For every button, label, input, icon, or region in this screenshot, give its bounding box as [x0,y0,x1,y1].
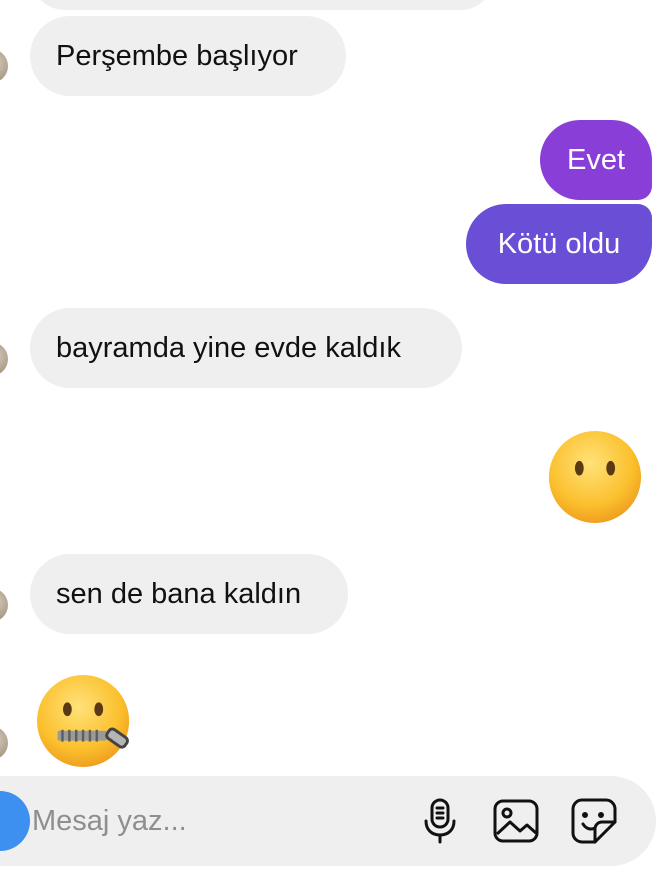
sticker-icon[interactable] [568,795,620,847]
message-text: Kötü oldu [497,227,621,260]
camera-icon[interactable] [0,791,30,851]
gallery-icon[interactable] [490,795,542,847]
contact-avatar[interactable] [0,342,8,376]
contact-avatar[interactable] [0,726,8,760]
message-input[interactable]: Mesaj yaz... [32,776,187,866]
outgoing-message-bubble[interactable]: Kötü oldu [466,204,652,284]
face-without-mouth-emoji[interactable] [546,428,644,526]
incoming-message-bubble[interactable]: sen de bana kaldın [30,554,348,634]
previous-message-bubble[interactable] [30,0,495,10]
message-thread: Perşembe başlıyor Evet Kötü oldu bayramd… [0,0,669,880]
incoming-message-bubble[interactable]: bayramda yine evde kaldık [30,308,462,388]
contact-avatar[interactable] [0,49,8,83]
message-text: bayramda yine evde kaldık [56,331,401,364]
contact-avatar[interactable] [0,588,8,622]
message-text: Evet [566,143,626,176]
message-text: sen de bana kaldın [56,577,302,610]
message-composer: Mesaj yaz... [0,776,656,866]
outgoing-message-bubble[interactable]: Evet [540,120,652,200]
incoming-message-bubble[interactable]: Perşembe başlıyor [30,16,346,96]
message-text: Perşembe başlıyor [56,39,298,72]
zipper-mouth-face-emoji[interactable] [34,672,138,770]
microphone-icon[interactable] [414,795,466,847]
